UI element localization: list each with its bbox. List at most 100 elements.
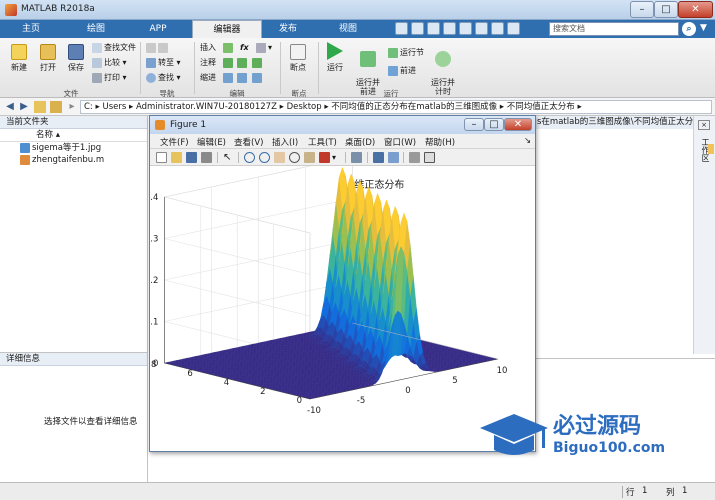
colorbar-icon[interactable] xyxy=(373,152,384,163)
zoom-in-icon[interactable] xyxy=(244,152,255,163)
legend-icon[interactable] xyxy=(388,152,399,163)
save-button[interactable]: 保存 xyxy=(62,44,90,73)
tab-apps[interactable]: APP xyxy=(132,20,184,38)
advance-button[interactable]: 前进 xyxy=(388,64,416,78)
undo-icon[interactable] xyxy=(459,22,472,35)
advance-label: 前进 xyxy=(400,66,416,75)
watermark-url: Biguo100.com xyxy=(553,440,666,456)
menu-desktop[interactable]: 桌面(D) xyxy=(345,136,375,148)
close-button[interactable]: ✕ xyxy=(678,1,713,18)
data-cursor-icon[interactable] xyxy=(304,152,315,163)
divider xyxy=(345,152,346,163)
print-button[interactable]: 打印 ▾ xyxy=(92,71,127,85)
maximize-button[interactable]: □ xyxy=(654,1,678,18)
figure-maximize-button[interactable]: □ xyxy=(484,118,504,131)
file-row[interactable]: zhengtaifenbu.m xyxy=(0,154,147,166)
menu-dock-icon[interactable]: ↘ xyxy=(524,136,531,146)
run-section-icon xyxy=(388,47,398,58)
up-folder-icon[interactable] xyxy=(34,101,46,113)
figure-title-bar[interactable]: Figure 1 – □ ✕ xyxy=(150,116,535,134)
help-icon[interactable] xyxy=(507,22,520,35)
switch-windows-icon[interactable] xyxy=(491,22,504,35)
insert-button[interactable]: 插入 xyxy=(200,41,235,55)
cut-icon[interactable] xyxy=(411,22,424,35)
run-section-button[interactable]: 运行节 xyxy=(388,46,424,60)
new-figure-icon[interactable] xyxy=(156,152,167,163)
link-plot-icon[interactable] xyxy=(351,152,362,163)
menu-edit[interactable]: 编辑(E) xyxy=(197,136,226,148)
figure-close-button[interactable]: ✕ xyxy=(504,118,532,131)
path-segment[interactable]: C: xyxy=(84,102,93,112)
print-icon xyxy=(92,72,102,83)
navigate-arrows[interactable] xyxy=(146,41,170,55)
insert-dropdown[interactable]: ▾ xyxy=(256,41,272,55)
quick-access-toolbar xyxy=(395,22,545,36)
copy-icon[interactable] xyxy=(427,22,440,35)
path-segment[interactable]: Users xyxy=(102,102,126,112)
menu-view[interactable]: 查看(V) xyxy=(234,136,263,148)
forward-icon[interactable]: ▶ xyxy=(18,101,30,113)
name-column-header[interactable]: 名称 ▴ xyxy=(0,129,147,142)
menu-insert[interactable]: 插入(I) xyxy=(272,136,298,148)
search-docs-input[interactable]: 搜索文档 xyxy=(549,22,679,36)
save-figure-icon[interactable] xyxy=(186,152,197,163)
tab-view[interactable]: 视图 xyxy=(322,20,374,38)
brush-icon[interactable] xyxy=(319,152,330,163)
close-icon[interactable]: × xyxy=(698,120,710,130)
save-icon[interactable] xyxy=(395,22,408,35)
figure-minimize-button[interactable]: – xyxy=(464,118,484,131)
redo-icon[interactable] xyxy=(475,22,488,35)
print-figure-icon[interactable] xyxy=(201,152,212,163)
breakpoints-button[interactable]: 断点 xyxy=(284,44,312,73)
compare-button[interactable]: 比较 ▾ xyxy=(92,56,127,70)
current-folder-panel: 当前文件夹 名称 ▴ sigema等于1.jpg zhengtaifenbu.m xyxy=(0,116,148,352)
divider xyxy=(280,42,281,94)
menu-help[interactable]: 帮助(H) xyxy=(425,136,455,148)
rotate-3d-icon[interactable] xyxy=(289,152,300,163)
comment-button[interactable]: 注释 xyxy=(200,56,264,70)
tab-publish[interactable]: 发布 xyxy=(262,20,314,38)
pointer-icon[interactable]: ↖ xyxy=(223,152,234,163)
tab-home[interactable]: 主页 xyxy=(8,20,54,38)
open-file-icon[interactable] xyxy=(171,152,182,163)
show-plot-tools-icon[interactable] xyxy=(424,152,435,163)
new-button[interactable]: 新建 xyxy=(4,44,34,73)
figure-window[interactable]: Figure 1 – □ ✕ 文件(F) 编辑(E) 查看(V) 插入(I) 工… xyxy=(145,115,536,452)
path-segment[interactable]: 不同均值正太分布 xyxy=(507,102,575,112)
indent-button[interactable]: 缩进 xyxy=(200,71,264,85)
row-value: 1 xyxy=(642,486,648,496)
ribbon-expand-icon[interactable]: ▼ xyxy=(700,23,712,35)
figure-title: Figure 1 xyxy=(170,120,207,130)
path-segment[interactable]: Administrator.WIN7U-20180127Z xyxy=(136,102,277,112)
current-path[interactable]: C: ▸ Users ▸ Administrator.WIN7U-2018012… xyxy=(80,100,712,114)
path-dropdown-icon[interactable]: ▸ xyxy=(66,101,78,113)
menu-tools[interactable]: 工具(T) xyxy=(308,136,337,148)
paste-icon[interactable] xyxy=(443,22,456,35)
file-row[interactable]: sigema等于1.jpg xyxy=(0,142,147,154)
back-icon[interactable]: ◀ xyxy=(4,101,16,113)
goto-button[interactable]: 转至 ▾ xyxy=(146,56,181,70)
find-button[interactable]: 查找 ▾ xyxy=(146,71,181,85)
path-segment[interactable]: Desktop xyxy=(287,102,322,112)
menu-window[interactable]: 窗口(W) xyxy=(384,136,416,148)
open-button[interactable]: 打开 xyxy=(34,44,62,73)
menu-file[interactable]: 文件(F) xyxy=(160,136,189,148)
find-files-button[interactable]: 查找文件 xyxy=(92,41,136,55)
path-segment[interactable]: 不同均值的正态分布在matlab的三维图成像 xyxy=(331,102,497,112)
minimize-button[interactable]: – xyxy=(630,1,654,18)
browse-folder-icon[interactable] xyxy=(50,101,62,113)
z-tick-label: 0.2 xyxy=(150,276,158,286)
zoom-out-icon[interactable] xyxy=(259,152,270,163)
pan-hand-icon[interactable] xyxy=(274,152,285,163)
workspace-sidebar[interactable]: × 工作区 xyxy=(693,116,715,354)
search-icon[interactable]: ⌕ xyxy=(682,22,696,36)
run-button[interactable]: 运行 xyxy=(322,42,348,73)
open-label: 打开 xyxy=(40,63,56,72)
tab-plots[interactable]: 绘图 xyxy=(68,20,124,38)
x-tick-label: 10 xyxy=(497,366,508,376)
fx-button[interactable]: fx xyxy=(240,41,249,55)
brush-dropdown-icon[interactable]: ▾ xyxy=(332,152,343,163)
current-folder-header: 当前文件夹 xyxy=(0,116,147,129)
tab-editor[interactable]: 编辑器 xyxy=(192,20,262,38)
hide-plot-tools-icon[interactable] xyxy=(409,152,420,163)
